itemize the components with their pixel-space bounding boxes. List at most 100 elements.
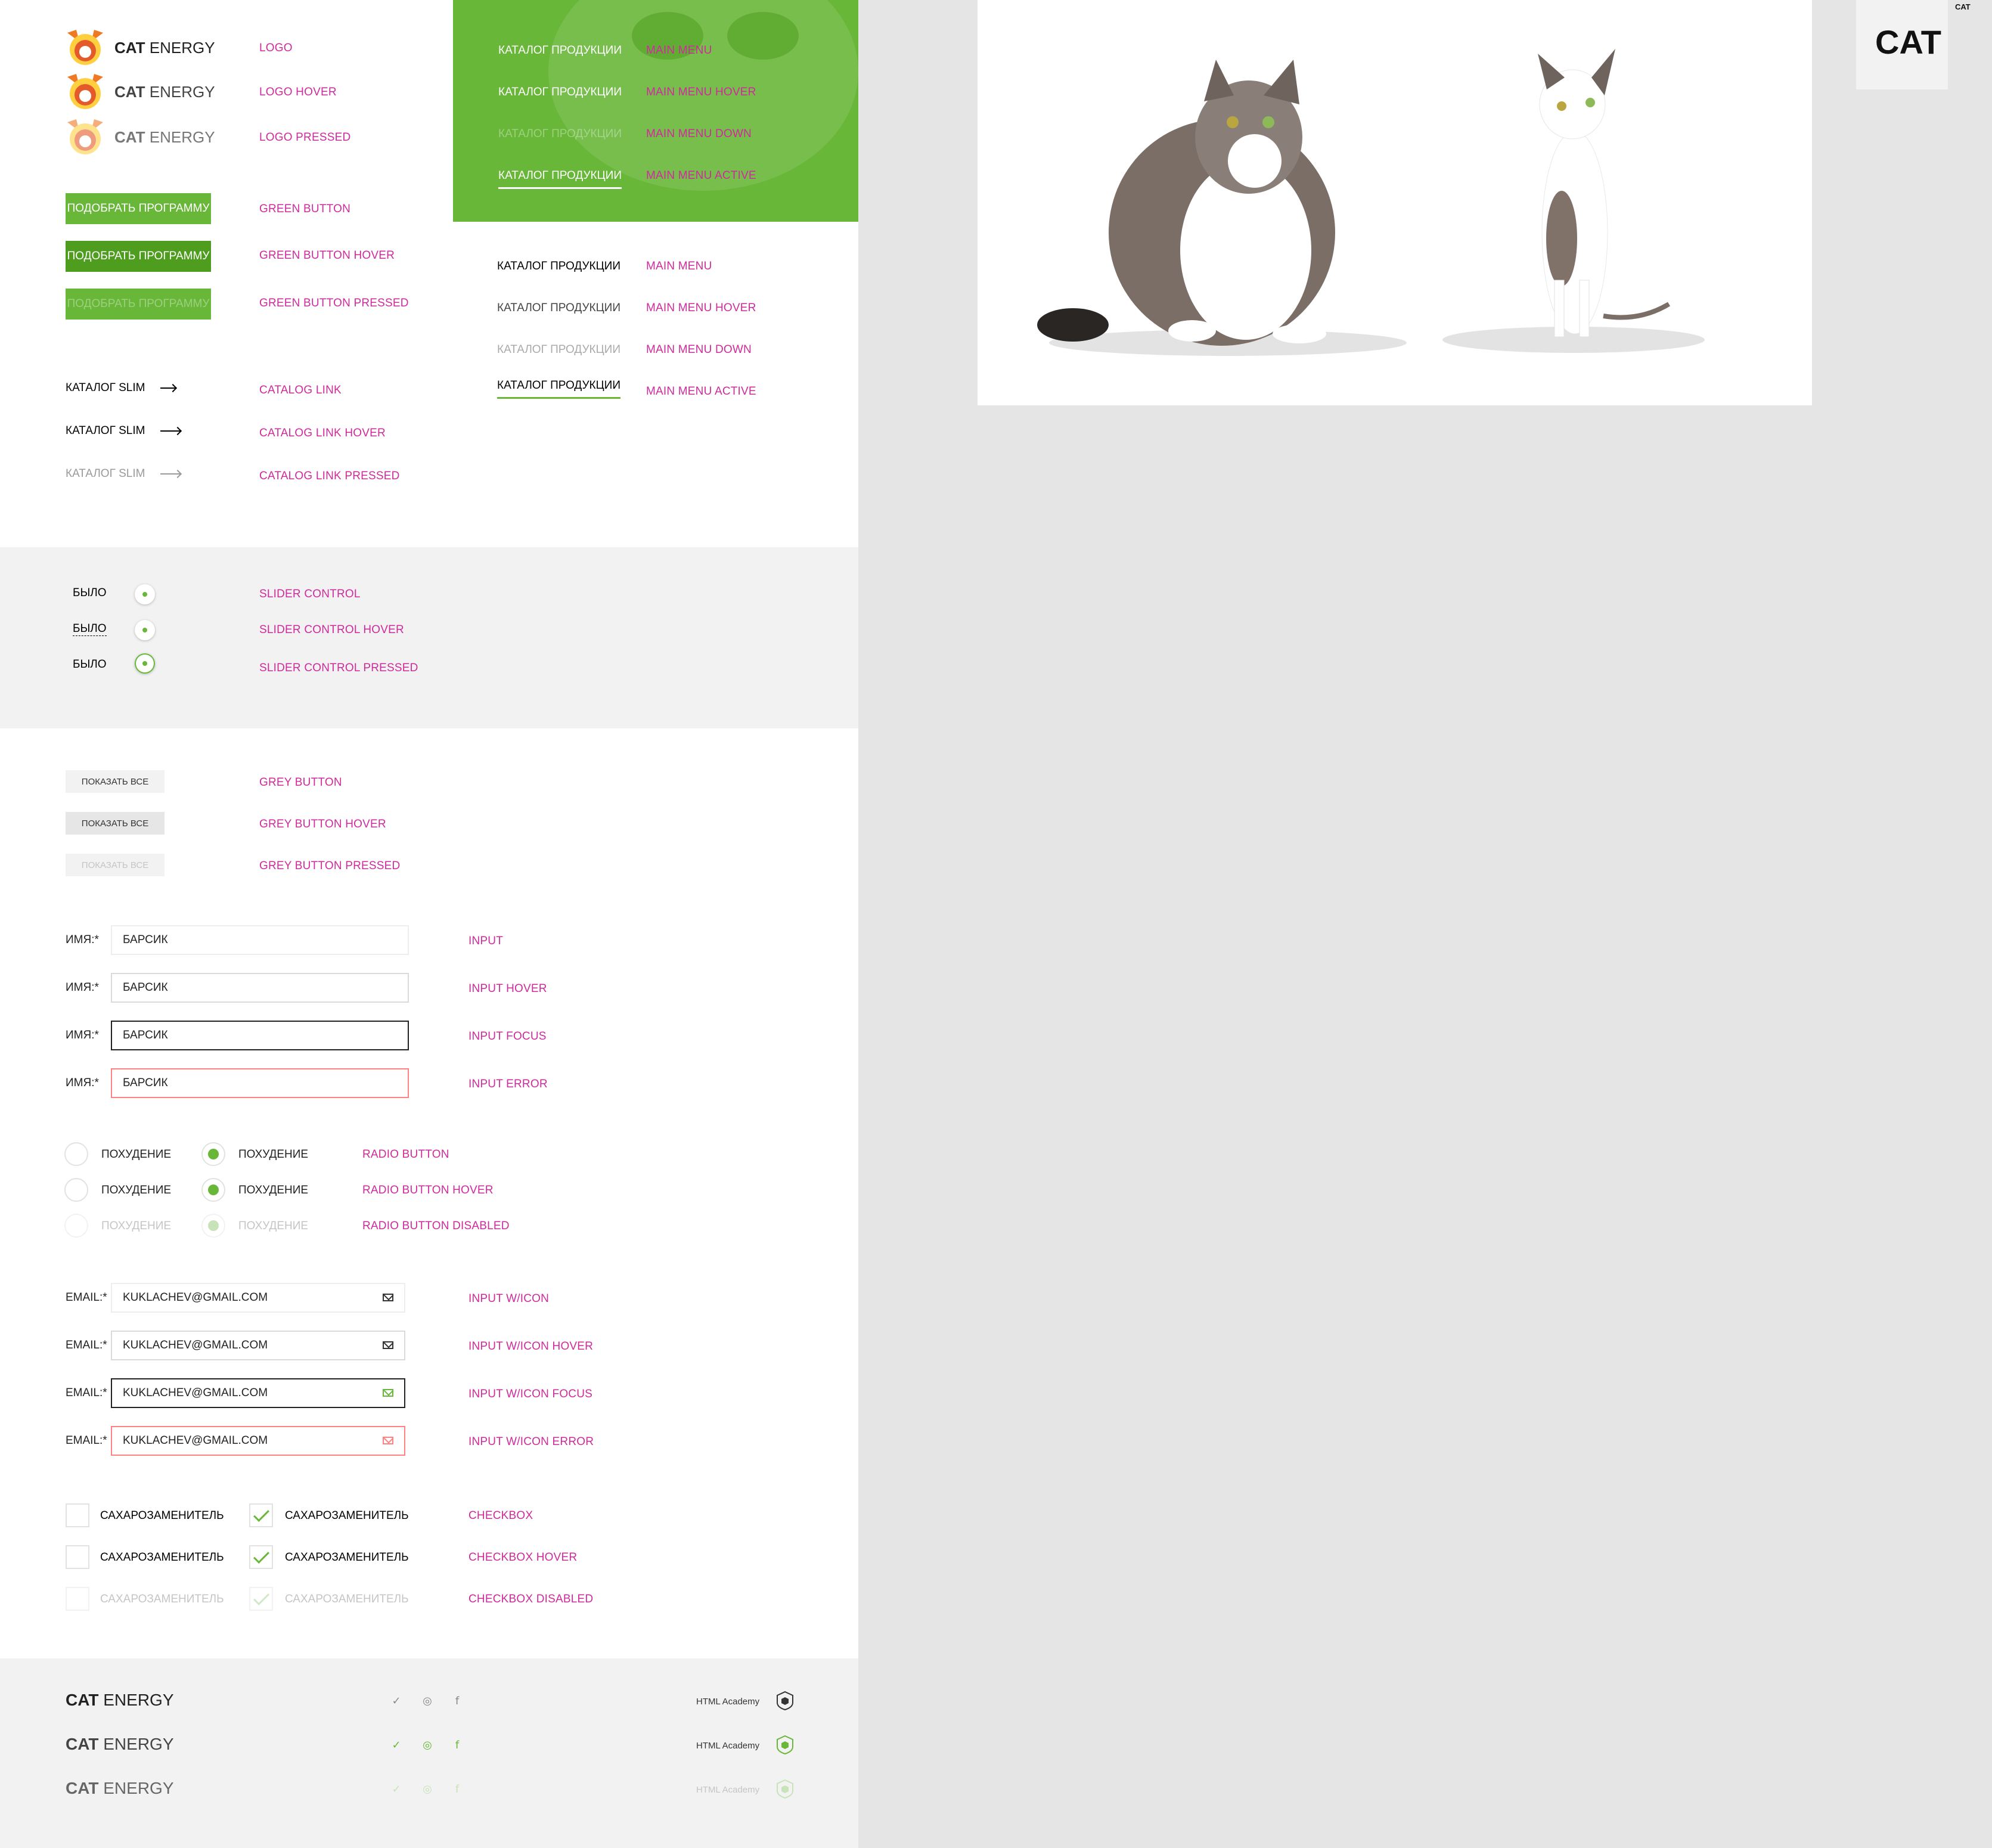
- logo-hover[interactable]: CAT ENERGY: [64, 74, 215, 110]
- radio-off-hover[interactable]: [64, 1178, 88, 1202]
- state-label: CATALOG LINK: [259, 384, 342, 396]
- grey-button-pressed[interactable]: ПОКАЗАТЬ ВСЕ: [66, 854, 165, 876]
- facebook-icon[interactable]: f: [451, 1782, 464, 1796]
- cat-badge: CAT: [1856, 0, 1948, 89]
- email-field-label: EMAIL:*: [66, 1434, 107, 1447]
- main-menu-item-active[interactable]: КАТАЛОГ ПРОДУКЦИИ: [498, 169, 622, 189]
- main-menu-item[interactable]: КАТАЛОГ ПРОДУКЦИИ: [497, 260, 620, 273]
- state-label: INPUT W/ICON: [468, 1292, 550, 1305]
- email-input-hover[interactable]: KUKLACHEV@GMAIL.COM: [111, 1331, 405, 1360]
- instagram-icon[interactable]: ◎: [421, 1738, 434, 1751]
- email-input-focus[interactable]: KUKLACHEV@GMAIL.COM: [111, 1378, 405, 1408]
- catalog-link[interactable]: КАТАЛОГ SLIM: [66, 382, 176, 395]
- checkbox-label: САХАРОЗАМЕНИТЕЛЬ: [285, 1509, 409, 1522]
- checkbox-label: САХАРОЗАМЕНИТЕЛЬ: [285, 1551, 409, 1564]
- radio-on[interactable]: [201, 1142, 225, 1166]
- facebook-icon[interactable]: f: [451, 1694, 464, 1707]
- name-field-label: ИМЯ:*: [66, 934, 99, 946]
- name-field-label: ИМЯ:*: [66, 981, 99, 994]
- footer-logo[interactable]: CAT ENERGY: [66, 1691, 174, 1710]
- footer-logo-hover[interactable]: CAT ENERGY: [66, 1735, 174, 1754]
- state-label: MAIN MENU HOVER: [646, 302, 756, 314]
- main-menu-item-down[interactable]: КАТАЛОГ ПРОДУКЦИИ: [497, 343, 620, 356]
- main-menu-item-down[interactable]: КАТАЛОГ ПРОДУКЦИИ: [498, 128, 622, 141]
- green-button-hover[interactable]: ПОДОБРАТЬ ПРОГРАММУ: [66, 241, 211, 272]
- state-label: LOGO: [259, 42, 293, 54]
- arrow-right-icon: [160, 387, 176, 389]
- html-academy-link[interactable]: HTML Academy: [696, 1697, 759, 1707]
- green-button-pressed[interactable]: ПОДОБРАТЬ ПРОГРАММУ: [66, 289, 211, 320]
- facebook-icon[interactable]: f: [451, 1738, 464, 1751]
- checkbox-off[interactable]: [66, 1503, 89, 1527]
- state-label: INPUT W/ICON HOVER: [468, 1340, 594, 1353]
- state-label: RADIO BUTTON: [362, 1148, 449, 1161]
- state-label: GREEN BUTTON HOVER: [259, 249, 395, 262]
- footer-logo-pressed[interactable]: CAT ENERGY: [66, 1779, 174, 1798]
- logo-default[interactable]: CAT ENERGY: [64, 30, 215, 66]
- slider-label: БЫЛО: [73, 658, 107, 671]
- slider-knob[interactable]: [135, 584, 155, 604]
- checkbox-on[interactable]: [249, 1503, 273, 1527]
- instagram-icon[interactable]: ◎: [421, 1694, 434, 1707]
- checkbox-off-disabled[interactable]: [66, 1587, 89, 1611]
- main-menu-item-hover[interactable]: КАТАЛОГ ПРОДУКЦИИ: [498, 86, 622, 99]
- cat-badge-text: CAT: [1875, 23, 1941, 61]
- name-input-focus[interactable]: БАРСИК: [111, 1021, 409, 1050]
- radio-on-disabled[interactable]: [201, 1214, 225, 1238]
- vk-icon[interactable]: ✓: [390, 1694, 403, 1707]
- email-input[interactable]: KUKLACHEV@GMAIL.COM: [111, 1283, 405, 1313]
- email-input-error[interactable]: KUKLACHEV@GMAIL.COM: [111, 1426, 405, 1456]
- html-academy-link[interactable]: HTML Academy: [696, 1741, 759, 1751]
- name-input-error[interactable]: БАРСИК: [111, 1068, 409, 1098]
- radio-off-disabled[interactable]: [64, 1214, 88, 1238]
- main-menu-item[interactable]: КАТАЛОГ ПРОДУКЦИИ: [498, 44, 622, 57]
- state-label: LOGO HOVER: [259, 86, 337, 98]
- mail-icon: [383, 1437, 393, 1444]
- radio-on-hover[interactable]: [201, 1178, 225, 1202]
- name-input[interactable]: БАРСИК: [111, 925, 409, 955]
- state-label: GREEN BUTTON PRESSED: [259, 297, 409, 309]
- state-label: CATALOG LINK HOVER: [259, 427, 386, 439]
- green-button[interactable]: ПОДОБРАТЬ ПРОГРАММУ: [66, 193, 211, 224]
- state-label: LOGO PRESSED: [259, 131, 351, 144]
- cat-logo-icon: [67, 30, 103, 65]
- state-label: RADIO BUTTON DISABLED: [362, 1220, 510, 1232]
- logo-text: CAT ENERGY: [114, 82, 215, 101]
- state-label: INPUT HOVER: [468, 982, 547, 995]
- vk-icon[interactable]: ✓: [390, 1782, 403, 1796]
- vk-icon[interactable]: ✓: [390, 1738, 403, 1751]
- logo-text: CAT ENERGY: [114, 128, 215, 146]
- state-label: RADIO BUTTON HOVER: [362, 1184, 494, 1196]
- email-field-label: EMAIL:*: [66, 1339, 107, 1351]
- state-label: GREY BUTTON HOVER: [259, 818, 386, 830]
- html-academy-shield-icon: [777, 1779, 793, 1799]
- main-menu-item-hover[interactable]: КАТАЛОГ ПРОДУКЦИИ: [497, 302, 620, 315]
- name-input-hover[interactable]: БАРСИК: [111, 973, 409, 1003]
- radio-off[interactable]: [64, 1142, 88, 1166]
- name-field-label: ИМЯ:*: [66, 1077, 99, 1089]
- grey-button[interactable]: ПОКАЗАТЬ ВСЕ: [66, 770, 165, 793]
- state-label: INPUT: [468, 935, 503, 947]
- html-academy-shield-icon: [777, 1735, 793, 1755]
- state-label: GREY BUTTON: [259, 776, 342, 789]
- checkbox-label: САХАРОЗАМЕНИТЕЛЬ: [100, 1593, 224, 1605]
- checkbox-off-hover[interactable]: [66, 1545, 89, 1569]
- slider-knob-pressed[interactable]: [135, 653, 155, 674]
- mail-icon: [383, 1294, 393, 1301]
- checkbox-on-hover[interactable]: [249, 1545, 273, 1569]
- logo-pressed[interactable]: CAT ENERGY: [64, 119, 215, 155]
- main-menu-item-active[interactable]: КАТАЛОГ ПРОДУКЦИИ: [497, 379, 620, 399]
- slider-knob-hover[interactable]: [135, 620, 155, 640]
- html-academy-link[interactable]: HTML Academy: [696, 1785, 759, 1795]
- state-label: MAIN MENU DOWN: [646, 343, 752, 356]
- cat-logo-icon: [67, 74, 103, 109]
- catalog-link-hover[interactable]: КАТАЛОГ SLIM: [66, 424, 181, 438]
- cats-illustration: [1037, 49, 1705, 356]
- email-field-label: EMAIL:*: [66, 1387, 107, 1399]
- catalog-link-pressed[interactable]: КАТАЛОГ SLIM: [66, 467, 181, 480]
- state-label: MAIN MENU HOVER: [646, 86, 756, 98]
- instagram-icon[interactable]: ◎: [421, 1782, 434, 1796]
- cat-mini-badge: CAT: [1955, 2, 1971, 11]
- grey-button-hover[interactable]: ПОКАЗАТЬ ВСЕ: [66, 812, 165, 835]
- checkbox-on-disabled[interactable]: [249, 1587, 273, 1611]
